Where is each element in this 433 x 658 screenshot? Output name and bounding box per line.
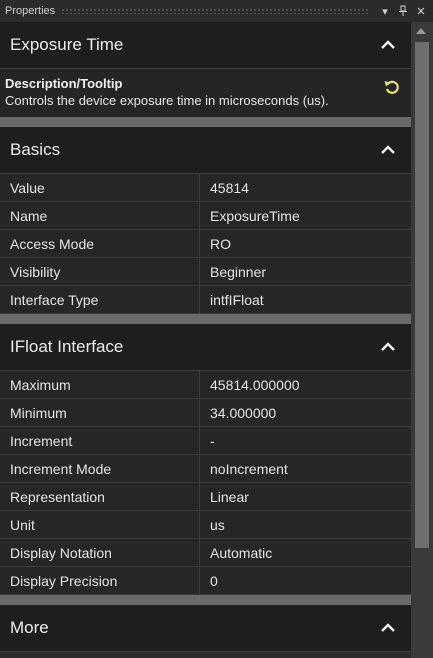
property-key: Visibility [0, 258, 200, 285]
property-key: Access Mode [0, 230, 200, 257]
panel-titlebar: Properties ▾ ✕ [0, 0, 433, 22]
chevron-up-icon[interactable] [379, 143, 397, 157]
property-key: Increment [0, 427, 200, 454]
property-row-representation[interactable]: Representation Linear [0, 483, 411, 511]
property-row-increment[interactable]: Increment - [0, 427, 411, 455]
section-divider [0, 595, 411, 605]
panel-title: Properties [5, 5, 56, 17]
property-row-access-mode[interactable]: Access Mode RO [0, 230, 411, 258]
section-divider [0, 117, 411, 127]
section-header-more[interactable]: More [0, 605, 411, 652]
property-row-minimum[interactable]: Minimum 34.000000 [0, 399, 411, 427]
section-header-basics[interactable]: Basics [0, 127, 411, 174]
chevron-up-icon[interactable] [379, 340, 397, 354]
close-icon[interactable]: ✕ [413, 3, 429, 19]
scrollbar-thumb[interactable] [415, 42, 429, 548]
pin-icon[interactable] [395, 3, 411, 19]
property-key: Display Precision [0, 567, 200, 594]
section-title: Basics [10, 140, 61, 159]
section-header-exposure-time[interactable]: Exposure Time [0, 22, 411, 69]
property-key: Interface Type [0, 286, 200, 313]
section-header-ifloat-interface[interactable]: IFloat Interface [0, 324, 411, 371]
property-row-unit[interactable]: Unit us [0, 511, 411, 539]
section-title: More [10, 618, 49, 637]
chevron-down-icon[interactable]: ▾ [377, 3, 393, 19]
property-value: 45814 [210, 179, 249, 196]
properties-content: Exposure Time Description/Tooltip Contro… [0, 22, 411, 658]
property-row-display-precision[interactable]: Display Precision 0 [0, 567, 411, 595]
property-value: Beginner [210, 263, 267, 280]
property-value: 0 [210, 572, 218, 589]
property-value: 45814.000000 [210, 376, 300, 393]
property-key: Minimum [0, 399, 200, 426]
titlebar-grip[interactable] [61, 8, 369, 14]
property-value: - [210, 432, 215, 449]
scroll-up-arrow-icon[interactable] [416, 28, 426, 34]
description-text: Controls the device exposure time in mic… [5, 93, 329, 108]
property-key: Value [0, 174, 200, 201]
property-key: Unit [0, 511, 200, 538]
property-key: Display Notation [0, 539, 200, 566]
property-value: us [210, 516, 225, 533]
vertical-scrollbar[interactable] [411, 22, 433, 658]
property-key: Name [0, 202, 200, 229]
section-title: IFloat Interface [10, 337, 124, 356]
property-row-name[interactable]: Name ExposureTime [0, 202, 411, 230]
property-row-value[interactable]: Value 45814 [0, 174, 411, 202]
property-value: RO [210, 235, 231, 252]
chevron-up-icon[interactable] [379, 621, 397, 635]
section-title: Exposure Time [10, 35, 124, 54]
property-value: noIncrement [210, 460, 288, 477]
property-row-maximum[interactable]: Maximum 45814.000000 [0, 371, 411, 399]
property-row-display-notation[interactable]: Display Notation Automatic [0, 539, 411, 567]
property-key: Representation [0, 483, 200, 510]
property-value: 34.000000 [210, 404, 277, 421]
property-value: ExposureTime [210, 207, 300, 224]
chevron-up-icon[interactable] [379, 38, 397, 52]
property-value: Automatic [210, 544, 273, 561]
basics-table: Value 45814 Name ExposureTime Access Mod… [0, 174, 411, 314]
property-value: Linear [210, 488, 249, 505]
property-key: Increment Mode [0, 455, 200, 482]
property-value: intfIFloat [210, 291, 264, 308]
ifloat-table: Maximum 45814.000000 Minimum 34.000000 I… [0, 371, 411, 595]
property-row-interface-type[interactable]: Interface Type intfIFloat [0, 286, 411, 314]
reset-icon[interactable] [383, 78, 401, 96]
description-panel: Description/Tooltip Controls the device … [0, 69, 411, 117]
property-row-visibility[interactable]: Visibility Beginner [0, 258, 411, 286]
property-key: Maximum [0, 371, 200, 398]
property-row-increment-mode[interactable]: Increment Mode noIncrement [0, 455, 411, 483]
description-title: Description/Tooltip [5, 76, 123, 91]
section-divider [0, 314, 411, 324]
